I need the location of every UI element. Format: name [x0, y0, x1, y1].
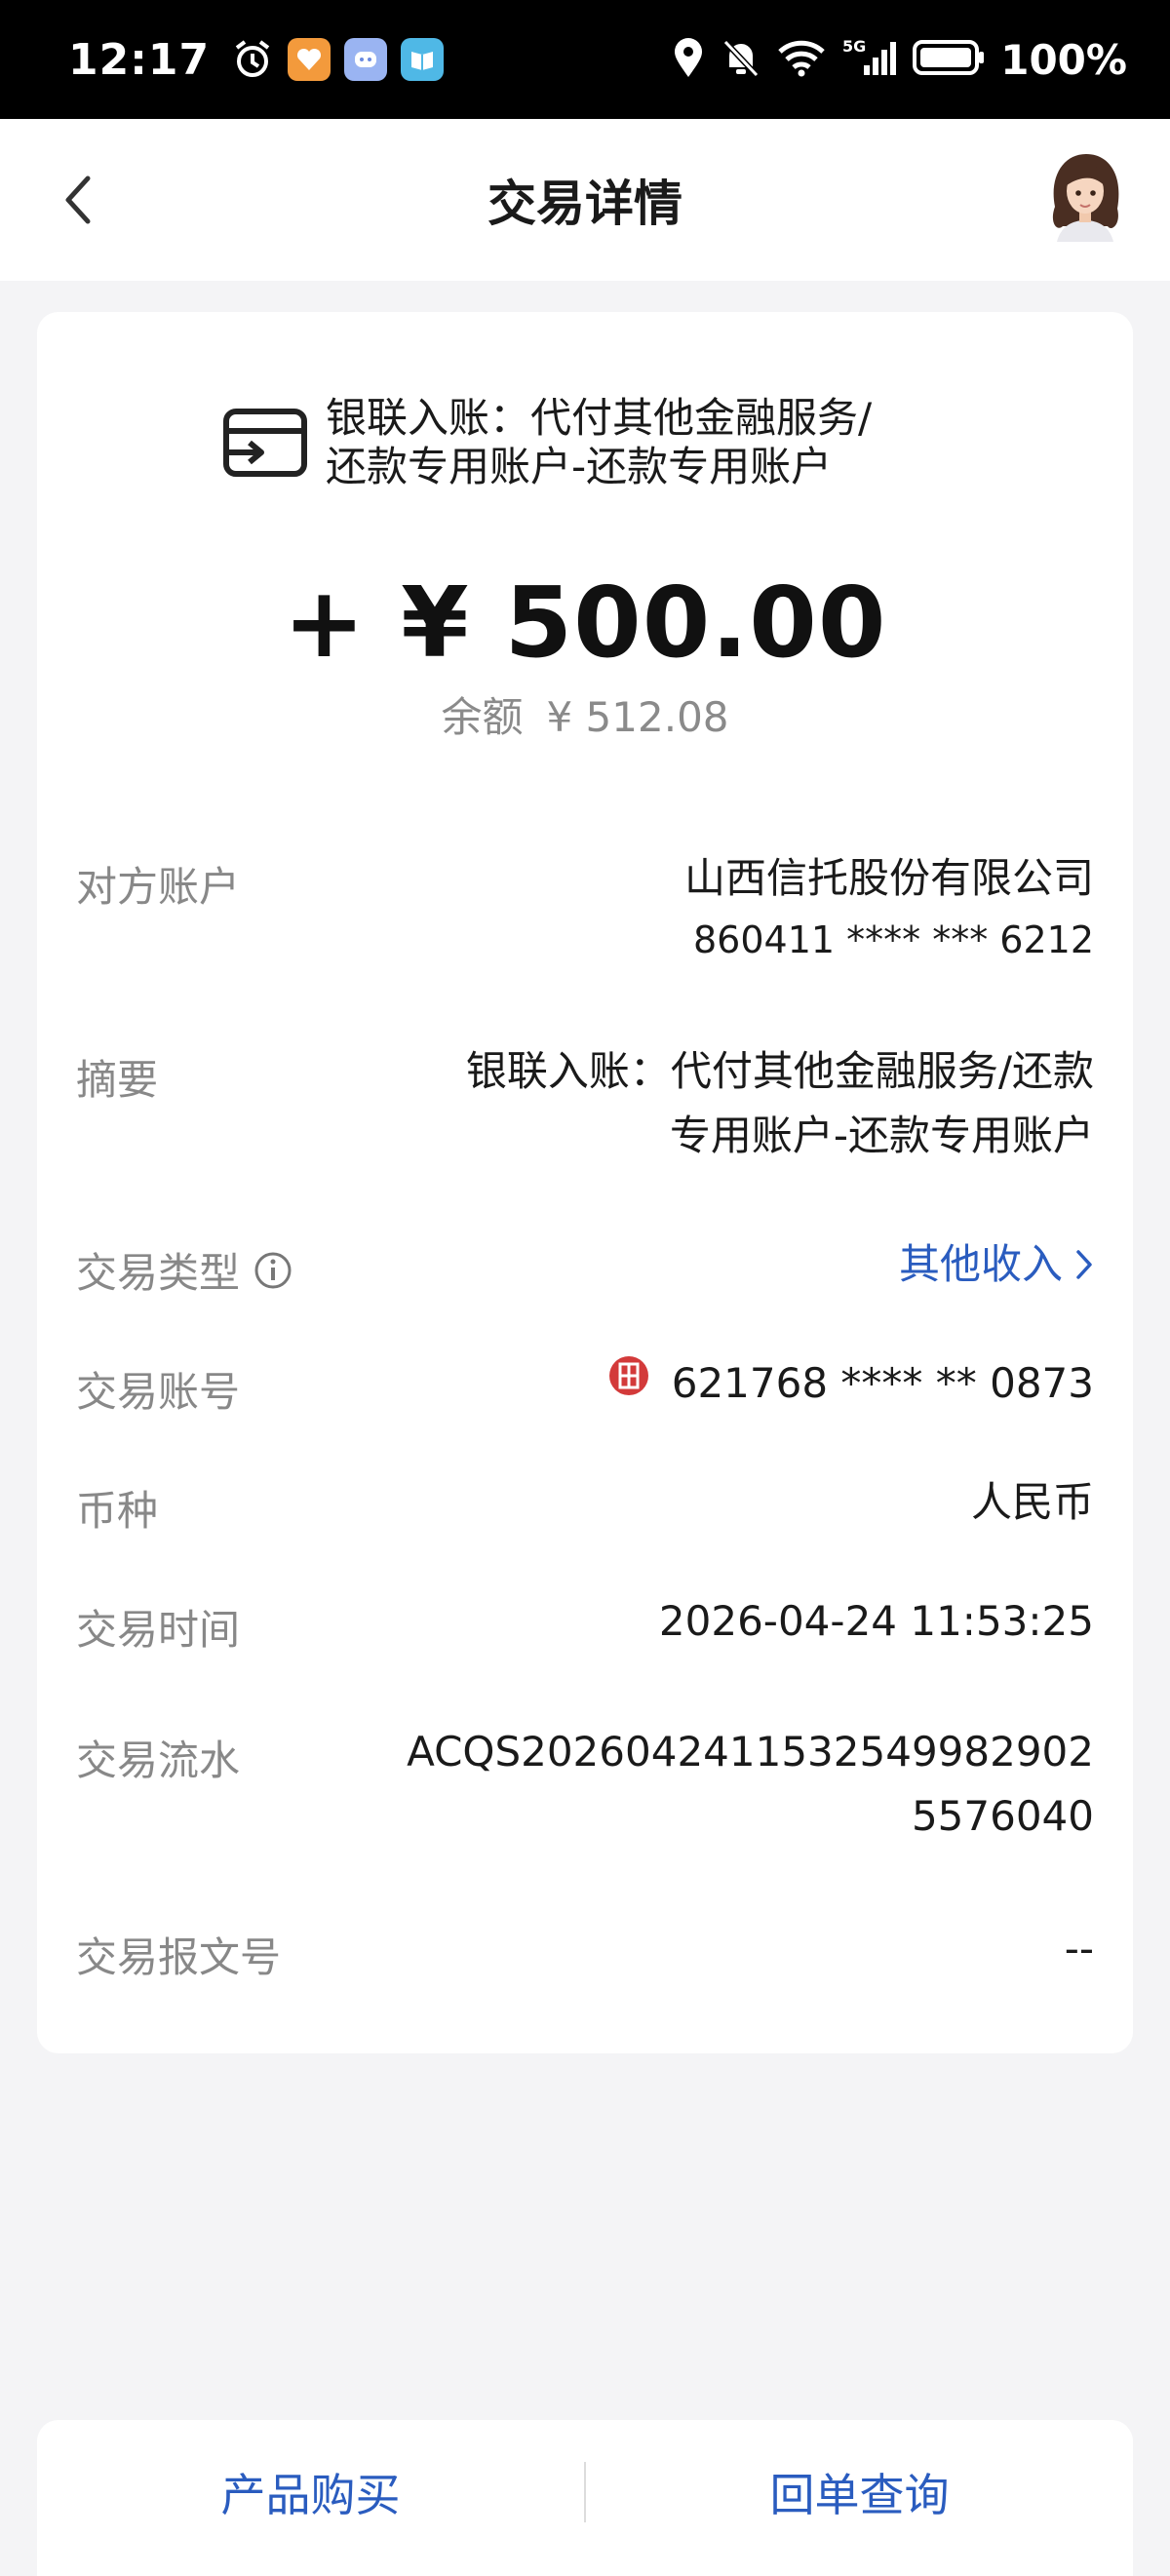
counterparty-label: 对方账户 — [76, 863, 241, 911]
serial-label: 交易流水 — [76, 1737, 241, 1784]
balance-line: 余额 ¥ 512.08 — [37, 684, 1133, 744]
time-value: 2026-04-24 11:53:25 — [658, 1597, 1094, 1645]
type-link[interactable]: 其他收入 — [899, 1232, 1094, 1297]
transaction-title-line2: 还款专用账户-还款专用账户 — [326, 443, 833, 490]
battery-percent: 100% — [1000, 35, 1127, 84]
wifi-icon — [776, 36, 827, 83]
serial-line2: 5576040 — [911, 1792, 1094, 1840]
chevron-left-icon — [65, 176, 91, 224]
counterparty-name: 山西信托股份有限公司 — [683, 854, 1094, 902]
location-icon — [671, 36, 706, 83]
receipt-query-button[interactable]: 回单查询 — [586, 2460, 1133, 2536]
summary-line2: 专用账户-还款专用账户 — [669, 1112, 1094, 1159]
product-purchase-button[interactable]: 产品购买 — [37, 2460, 584, 2536]
counterparty-account: 860411 **** *** 6212 — [692, 918, 1094, 961]
mute-bell-icon — [722, 36, 760, 83]
svg-text:5G: 5G — [842, 37, 866, 56]
message-label: 交易报文号 — [76, 1933, 282, 1981]
summary-label: 摘要 — [76, 1056, 159, 1104]
nav-header: 交易详情 — [0, 119, 1170, 281]
status-time: 12:17 — [68, 34, 211, 85]
bank-logo-icon — [607, 1351, 650, 1416]
currency-label: 币种 — [76, 1487, 159, 1535]
type-label-group: 交易类型 — [76, 1240, 292, 1300]
balance-label: 余额 — [441, 693, 524, 741]
time-row: 交易时间 2026-04-24 11:53:25 — [76, 1597, 1094, 1665]
message-value: -- — [1064, 1925, 1094, 1972]
serial-row: 交易流水 ACQS2026042411532549982902 5576040 — [76, 1728, 1094, 1864]
account-label: 交易账号 — [76, 1368, 241, 1416]
type-label: 交易类型 — [76, 1249, 241, 1297]
account-value: 621768 **** ** 0873 — [671, 1359, 1094, 1407]
reader-app-icon — [401, 38, 445, 81]
transaction-card: 银联入账：代付其他金融服务/ 还款专用账户-还款专用账户 + ¥ 500.00 … — [37, 312, 1133, 2053]
account-value-group: 621768 **** ** 0873 — [607, 1351, 1094, 1416]
type-value: 其他收入 — [898, 1240, 1063, 1288]
counterparty-value: 山西信托股份有限公司 860411 **** *** 6212 — [684, 846, 1094, 969]
page-title: 交易详情 — [488, 176, 682, 232]
info-icon[interactable] — [254, 1251, 292, 1290]
message-row: 交易报文号 -- — [76, 1925, 1094, 1993]
summary-line1: 银联入账：代付其他金融服务/还款 — [465, 1047, 1094, 1095]
time-label: 交易时间 — [76, 1606, 241, 1654]
transaction-title: 银联入账：代付其他金融服务/ 还款专用账户-还款专用账户 — [326, 394, 872, 491]
transaction-amount: + ¥ 500.00 — [283, 566, 887, 680]
battery-icon — [913, 38, 985, 81]
serial-line1: ACQS2026042411532549982902 — [407, 1728, 1094, 1776]
serial-value: ACQS2026042411532549982902 5576040 — [407, 1720, 1094, 1849]
counterparty-row: 对方账户 山西信托股份有限公司 860411 **** *** 6212 — [76, 854, 1094, 991]
type-row: 交易类型 其他收入 — [76, 1240, 1094, 1308]
bottom-action-bar: 产品购买 回单查询 — [37, 2420, 1133, 2576]
chevron-right-icon — [1076, 1250, 1092, 1279]
transaction-title-line1: 银联入账：代付其他金融服务/ — [326, 394, 873, 442]
transfer-in-icon — [222, 404, 308, 480]
back-button[interactable] — [49, 168, 107, 232]
signal-5g-icon: 5G — [842, 36, 897, 83]
transaction-title-block: 银联入账：代付其他金融服务/ 还款专用账户-还款专用账户 — [222, 394, 1002, 491]
currency-row: 币种 人民币 — [76, 1478, 1094, 1546]
status-bar: 12:17 5G 100% — [0, 0, 1170, 119]
balance-value: ¥ 512.08 — [546, 693, 729, 741]
alarm-icon — [231, 38, 274, 81]
status-bar-left: 12:17 — [68, 34, 445, 85]
avatar[interactable] — [1043, 148, 1127, 242]
summary-row: 摘要 银联入账：代付其他金融服务/还款 专用账户-还款专用账户 — [76, 1047, 1094, 1184]
status-bar-right: 5G 100% — [671, 36, 1127, 84]
account-row: 交易账号 621768 **** ** 0873 — [76, 1356, 1094, 1427]
health-app-icon — [288, 38, 332, 81]
assistant-app-icon — [344, 38, 388, 81]
summary-value: 银联入账：代付其他金融服务/还款 专用账户-还款专用账户 — [466, 1039, 1094, 1168]
currency-value: 人民币 — [970, 1478, 1094, 1526]
